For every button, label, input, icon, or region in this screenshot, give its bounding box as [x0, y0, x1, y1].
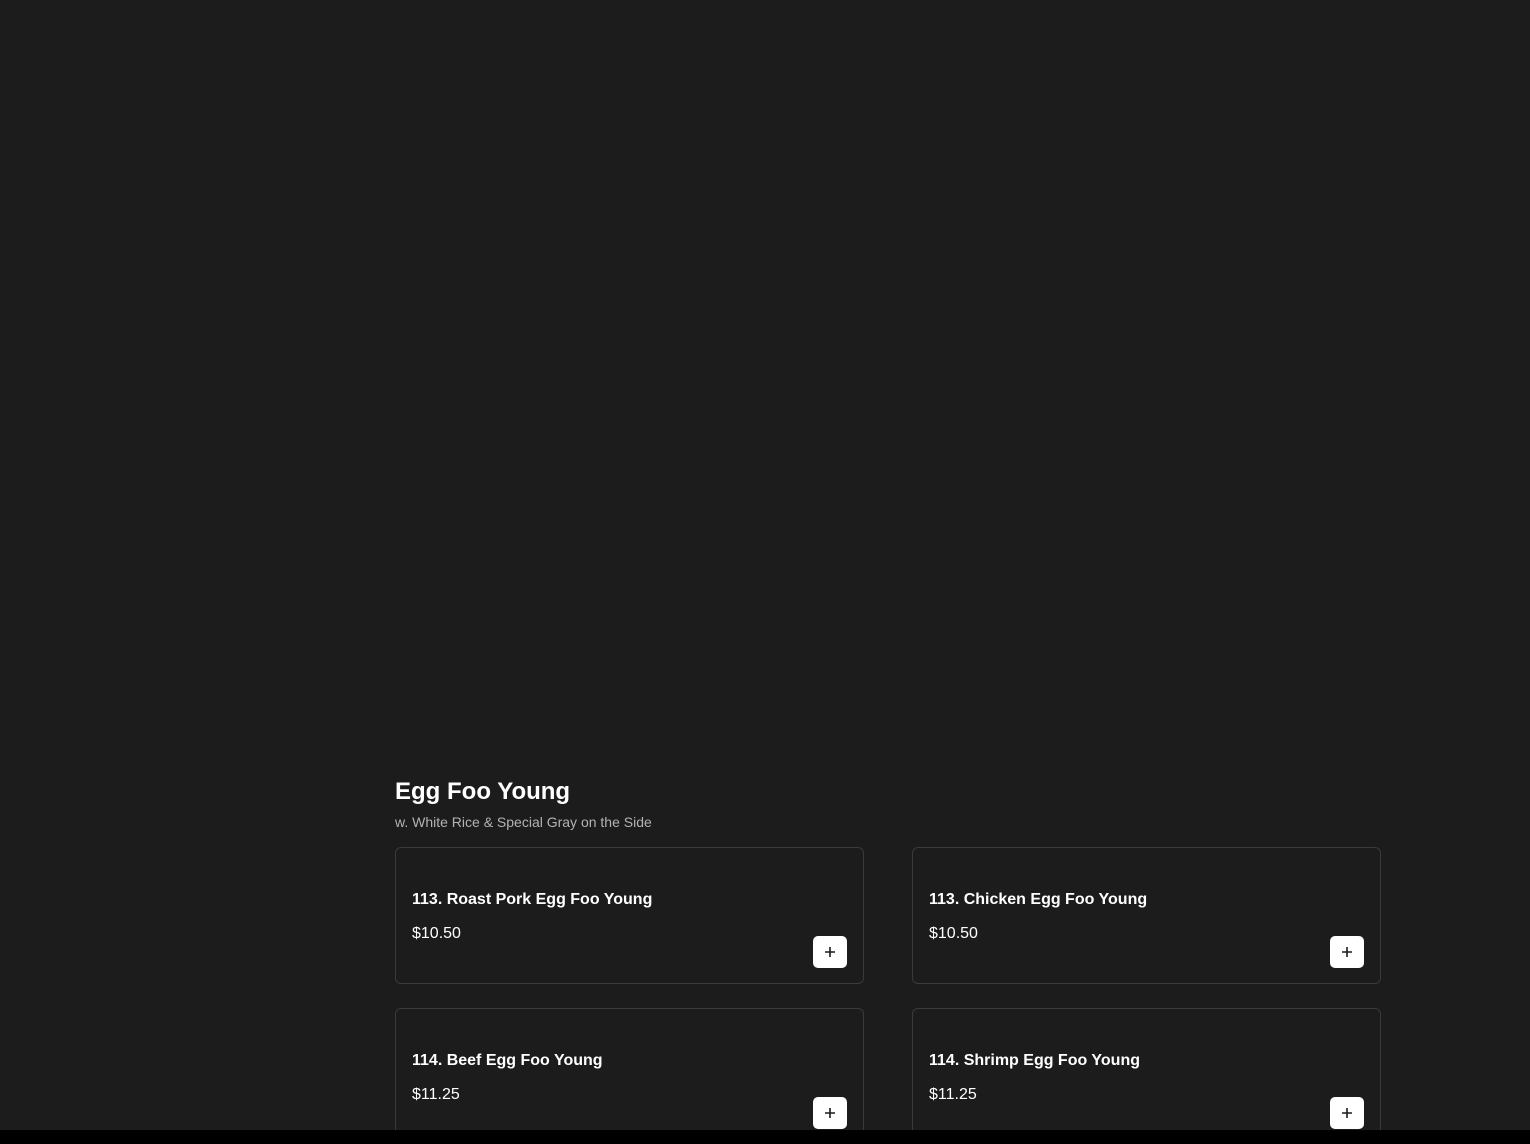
add-to-cart-button[interactable] — [1330, 936, 1364, 968]
item-name: 114. Beef Egg Foo Young — [412, 1052, 603, 1069]
plus-icon — [1342, 947, 1352, 957]
menu-item-card[interactable]: 113. Roast Pork Egg Foo Young $10.50 — [395, 847, 864, 984]
add-to-cart-button[interactable] — [813, 936, 847, 968]
item-name: 113. Chicken Egg Foo Young — [929, 891, 1148, 908]
item-price: $11.25 — [929, 1086, 977, 1103]
menu-section-egg-foo-young: Egg Foo Young w. White Rice & Special Gr… — [395, 776, 1381, 1144]
item-price: $10.50 — [412, 925, 461, 942]
add-to-cart-button[interactable] — [1330, 1097, 1364, 1129]
page: Egg Foo Young w. White Rice & Special Gr… — [0, 0, 1530, 1144]
plus-icon — [825, 947, 835, 957]
item-price: $11.25 — [412, 1086, 460, 1103]
menu-items-grid: 113. Roast Pork Egg Foo Young $10.50 113… — [395, 847, 1381, 1144]
menu-item-card[interactable]: 114. Beef Egg Foo Young $11.25 — [395, 1008, 864, 1144]
section-title: Egg Foo Young — [395, 778, 571, 805]
item-name: 113. Roast Pork Egg Foo Young — [412, 891, 653, 908]
plus-icon — [825, 1108, 835, 1118]
menu-item-card[interactable]: 113. Chicken Egg Foo Young $10.50 — [912, 847, 1381, 984]
item-price: $10.50 — [929, 925, 978, 942]
plus-icon — [1342, 1108, 1352, 1118]
bottom-bar — [0, 1130, 1530, 1144]
add-to-cart-button[interactable] — [813, 1097, 847, 1129]
menu-item-card[interactable]: 114. Shrimp Egg Foo Young $11.25 — [912, 1008, 1381, 1144]
item-name: 114. Shrimp Egg Foo Young — [929, 1052, 1140, 1069]
section-subtitle: w. White Rice & Special Gray on the Side — [395, 814, 652, 830]
